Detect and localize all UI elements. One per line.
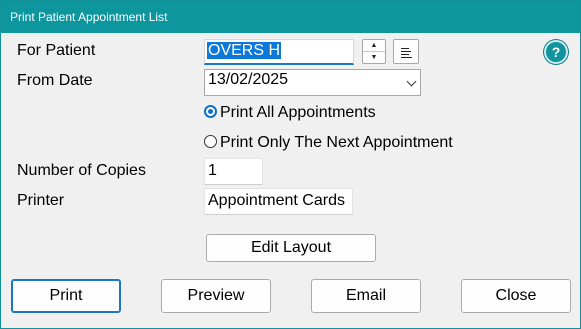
patient-spinner[interactable]: ▲ ▼: [362, 39, 386, 64]
printer-field[interactable]: Appointment Cards: [204, 188, 353, 215]
radio-print-next[interactable]: Print Only The Next Appointment: [204, 134, 453, 152]
radio-print-next-label: Print Only The Next Appointment: [220, 134, 453, 151]
help-icon[interactable]: ?: [544, 40, 568, 64]
spin-up-button[interactable]: ▲: [363, 40, 385, 52]
window-title: Print Patient Appointment List: [10, 10, 168, 24]
from-date-value: 13/02/2025: [208, 71, 289, 88]
spin-down-button[interactable]: ▼: [363, 52, 385, 63]
patient-input[interactable]: OVERS H: [204, 39, 354, 65]
patient-list-button[interactable]: [393, 39, 419, 64]
printer-value: Appointment Cards: [208, 192, 345, 209]
from-date-label: From Date: [17, 72, 93, 89]
print-button[interactable]: Print: [11, 279, 121, 313]
print-appointment-dialog: Print Patient Appointment List For Patie…: [0, 0, 581, 329]
radio-print-all-label: Print All Appointments: [220, 104, 376, 121]
spin-up-icon: ▲: [370, 42, 378, 49]
spin-down-icon: ▼: [370, 54, 378, 61]
radio-print-all[interactable]: Print All Appointments: [204, 104, 376, 122]
copies-label: Number of Copies: [17, 162, 146, 179]
patient-label: For Patient: [17, 42, 96, 59]
edit-layout-button[interactable]: Edit Layout: [206, 234, 376, 262]
close-button[interactable]: Close: [461, 279, 571, 313]
radio-button-checked[interactable]: [204, 105, 217, 118]
email-button[interactable]: Email: [311, 279, 421, 313]
radio-button-unchecked[interactable]: [204, 135, 217, 148]
from-date-picker[interactable]: 13/02/2025: [204, 69, 421, 96]
chevron-down-icon: [406, 76, 417, 87]
copies-value: 1: [208, 162, 217, 179]
title-bar: Print Patient Appointment List: [1, 1, 580, 33]
copies-input[interactable]: 1: [204, 158, 263, 185]
preview-button[interactable]: Preview: [161, 279, 271, 313]
patient-value: OVERS H: [207, 42, 282, 59]
printer-label: Printer: [17, 192, 65, 209]
